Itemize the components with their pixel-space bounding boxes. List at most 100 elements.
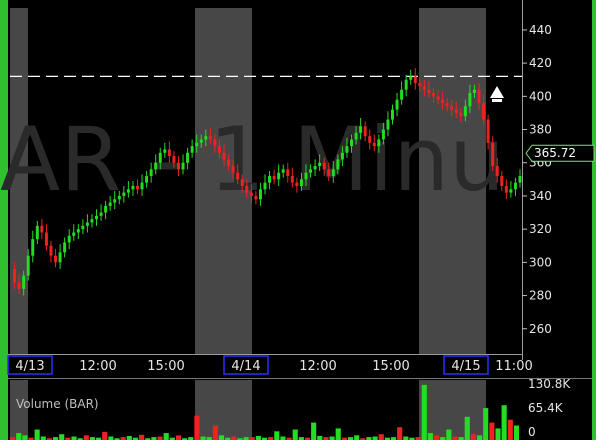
volume-bar [317, 435, 323, 440]
price-candle-body [354, 132, 358, 140]
price-candle-body [245, 185, 249, 193]
price-tick-label: 280 [529, 289, 552, 303]
volume-bar [59, 434, 65, 440]
price-candle-body [395, 99, 399, 110]
price-candle-body [513, 182, 517, 190]
price-candle-body [49, 245, 53, 256]
price-candle-body [263, 182, 267, 190]
price-candle-body [486, 119, 490, 143]
price-candle-body [122, 192, 126, 196]
volume-bar [218, 435, 225, 440]
price-candle-body [404, 79, 408, 90]
volume-bar [489, 422, 495, 440]
volume-bar [139, 434, 145, 440]
price-tick-label: 320 [529, 222, 552, 236]
volume-bar [83, 435, 89, 440]
volume-bar [513, 425, 519, 440]
price-candle-body [258, 189, 262, 200]
price-candle-body [208, 136, 212, 140]
time-label: 12:00 [79, 359, 116, 374]
price-candle-body [154, 162, 158, 170]
price-candle-body [176, 162, 180, 170]
volume-bar [274, 431, 280, 440]
volume-bar [501, 405, 507, 440]
price-axis-separator [522, 0, 523, 360]
price-candle-body [504, 185, 508, 193]
price-candle-body [331, 169, 335, 177]
volume-tick-label: 0 [528, 425, 536, 439]
price-candle-body [58, 252, 62, 263]
price-candle-body [327, 169, 331, 177]
price-candle-body [368, 136, 372, 143]
volume-bar [470, 434, 476, 440]
price-candle-body [450, 106, 454, 110]
price-candle-body [409, 76, 413, 80]
time-label: 11:00 [495, 359, 532, 374]
price-chart[interactable]: AR - 1 Minu 2602803003203403603804004204… [0, 0, 596, 440]
price-candle-body [126, 189, 130, 193]
price-candle-body [491, 142, 495, 167]
price-candle-body [318, 162, 322, 167]
price-candle-body [140, 182, 144, 190]
price-candle-body [195, 142, 199, 147]
price-candle-body [85, 222, 89, 226]
volume-bar [212, 425, 218, 440]
volume-bar [40, 436, 46, 440]
price-candle-body [495, 166, 499, 177]
price-candle-body [76, 229, 80, 233]
price-candle-body [181, 162, 185, 170]
price-candle-body [381, 129, 385, 140]
price-candle-body [95, 215, 99, 220]
price-candle-body [108, 202, 112, 206]
price-candle-body [400, 89, 404, 100]
price-candle-body [454, 109, 458, 113]
price-candle-body [254, 195, 258, 200]
price-candle-body [391, 109, 394, 120]
price-candle-body [363, 126, 367, 137]
price-candle-body [67, 235, 71, 243]
price-candle-body [427, 89, 431, 94]
price-axis: 260280300320340360380400420440 [522, 23, 552, 336]
price-candle-body [17, 282, 21, 289]
price-candle-body [26, 255, 30, 276]
price-candle-body [199, 139, 203, 143]
price-candle-body [422, 86, 426, 90]
time-axis-separator [8, 354, 522, 355]
price-candle-body [309, 169, 313, 173]
price-candle-body [136, 185, 139, 190]
price-candle-body [304, 172, 308, 180]
volume-bar [157, 436, 163, 440]
price-candle-body [63, 242, 67, 253]
price-candle-body [277, 172, 281, 180]
price-candle-body [445, 102, 449, 107]
volume-label: Volume (BAR) [16, 397, 99, 411]
price-candle-body [413, 76, 417, 84]
volume-panel-separator [8, 378, 592, 379]
price-candle-body [459, 112, 463, 117]
price-candle-body [40, 225, 44, 233]
price-candle-body [158, 152, 162, 163]
price-candle-body [240, 179, 244, 186]
price-candle-body [345, 146, 349, 153]
volume-axis: 130.8K 65.4K 0 [528, 377, 571, 439]
price-candle-body [13, 268, 17, 283]
volume-bar [507, 419, 513, 440]
price-candle-body [113, 199, 117, 203]
price-candle-body [99, 212, 103, 216]
price-candle-body [44, 232, 48, 246]
last-price-tag: 365.72 [525, 144, 595, 162]
volume-bar [16, 433, 22, 440]
volume-bar [126, 435, 132, 440]
price-tick-label: 340 [529, 189, 552, 203]
price-candle-body [500, 176, 504, 186]
price-candle-body [54, 255, 58, 263]
volume-bar [329, 436, 335, 440]
volume-band-4/14 [195, 380, 252, 440]
volume-tick-label: 65.4K [528, 401, 564, 415]
price-candle-body [509, 189, 513, 193]
price-candle-body [163, 149, 167, 153]
price-candle-body [281, 169, 285, 173]
price-tick-label: 400 [529, 89, 552, 103]
volume-bar [446, 429, 452, 440]
price-candle-body [286, 169, 290, 177]
